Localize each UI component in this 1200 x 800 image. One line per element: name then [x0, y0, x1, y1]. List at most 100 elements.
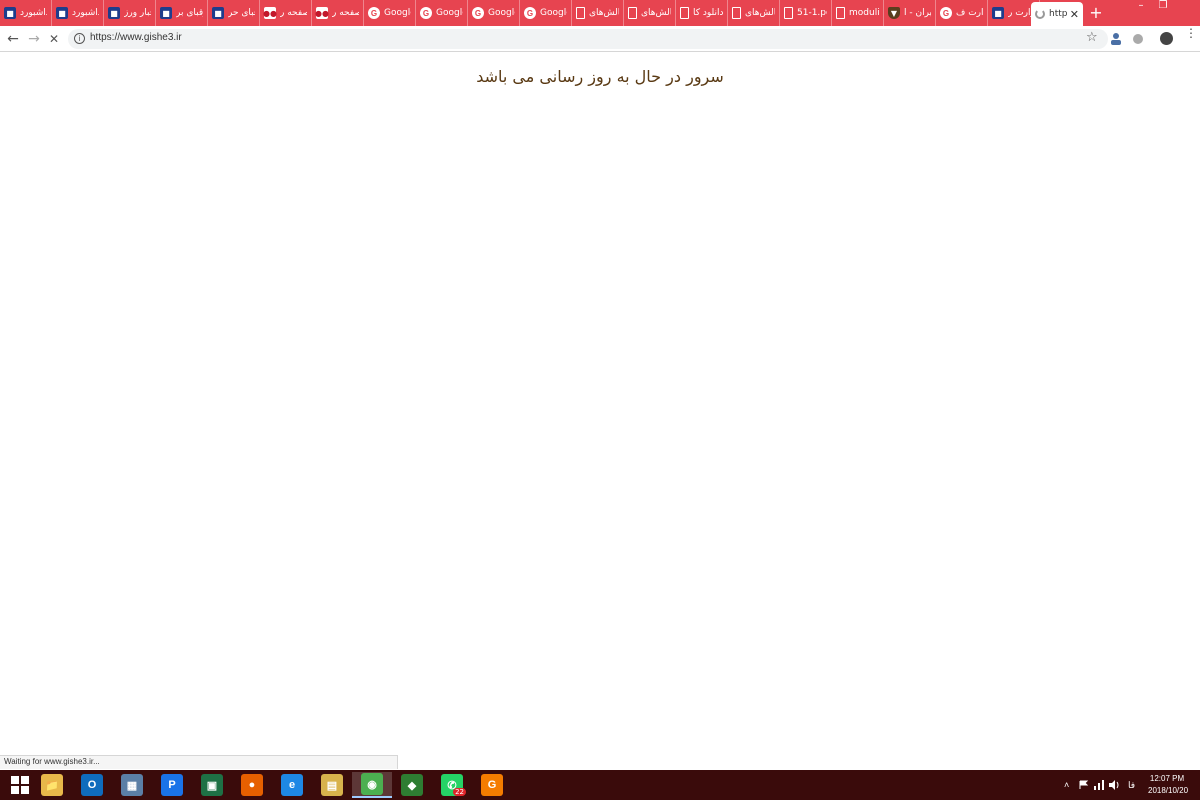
close-tab-icon[interactable]: ✕: [1070, 8, 1079, 21]
address-bar[interactable]: i https://www.gishe3.ir ☆: [68, 29, 1108, 49]
tab-title: داشبورد: [20, 8, 47, 18]
tab-0[interactable]: ■ داشبورد: [0, 0, 52, 26]
taskbar-globe-app[interactable]: ◆: [392, 772, 432, 798]
google-icon: G: [472, 7, 484, 19]
red-logo-icon: ●●: [263, 7, 277, 19]
file-explorer-icon: 📁: [41, 774, 63, 796]
tab-title: داشبورد: [72, 8, 99, 18]
tab-title: Google: [488, 8, 515, 18]
back-button[interactable]: ←: [4, 30, 22, 48]
tab-title: moduli: [849, 8, 879, 18]
site-square-icon: ■: [160, 7, 172, 19]
tab-title: اخبار ورز: [124, 8, 151, 18]
menu-dots-icon[interactable]: ⋮: [1185, 27, 1197, 47]
active-tab-title: http: [1049, 9, 1068, 19]
tab-11[interactable]: چالش‌های: [572, 0, 624, 26]
site-square-icon: ■: [108, 7, 120, 19]
tray-chevron-icon[interactable]: ˄: [1064, 770, 1069, 800]
tab-title: صفحه ر: [332, 8, 359, 18]
tab-14[interactable]: چالش‌های: [728, 0, 780, 26]
google-icon: G: [368, 7, 380, 19]
input-language-indicator[interactable]: فا: [1128, 770, 1135, 800]
tab-16[interactable]: moduli: [832, 0, 884, 26]
tab-15[interactable]: 51-1.pc: [780, 0, 832, 26]
volume-icon[interactable]: [1108, 779, 1120, 791]
tab-title: Google: [540, 8, 567, 18]
extension-circle-icon[interactable]: [1133, 34, 1143, 44]
taskbar-outlook[interactable]: O: [72, 772, 112, 798]
taskbar-calculator[interactable]: ▦: [112, 772, 152, 798]
extension-person-icon[interactable]: [1110, 32, 1122, 46]
clock-date: 2018/10/20: [1148, 786, 1189, 795]
taskbar-chrome[interactable]: ◉: [352, 772, 392, 798]
clock-time: 12:07 PM: [1149, 774, 1185, 783]
page-content: سرور در حال به روز رسانی می باشد: [0, 53, 1200, 755]
tab-title: صفحه ر: [280, 8, 307, 18]
document-icon: [836, 7, 845, 19]
google-icon: G: [524, 7, 536, 19]
tab-10[interactable]: G Google: [520, 0, 572, 26]
tab-9[interactable]: G Google: [468, 0, 520, 26]
taskbar-file-explorer[interactable]: 📁: [32, 772, 72, 798]
document-icon: [680, 7, 689, 19]
site-square-icon: ■: [992, 7, 1004, 19]
tab-1[interactable]: ■ داشبورد: [52, 0, 104, 26]
tab-strip: ■ داشبورد ■ داشبورد ■ اخبار ورز ■ رقبای بر ■ رقبا…: [0, 0, 1200, 26]
taskbar-firefox[interactable]: ●: [232, 772, 272, 798]
maintenance-message: سرور در حال به روز رسانی می باشد: [476, 67, 724, 86]
new-tab-button[interactable]: +: [1086, 2, 1106, 24]
tab-3[interactable]: ■ رقبای بر: [156, 0, 208, 26]
tab-17[interactable]: ▼ ایران - آ: [884, 0, 936, 26]
network-icon[interactable]: [1093, 779, 1105, 791]
taskbar: 📁 O ▦ P ▣ ● e ▤ ◉ ◆ ✆ 22 G ˄ فا 12:07 PM 2018/10/20: [0, 770, 1200, 800]
tab-18[interactable]: G وزارت ف: [936, 0, 988, 26]
tab-title: وزارت ف: [956, 8, 983, 18]
tab-6[interactable]: ●●صفحه ر: [312, 0, 364, 26]
tab-title: 51-1.pc: [797, 8, 827, 18]
firefox-icon: ●: [241, 774, 263, 796]
taskbar-excel-like[interactable]: ▣: [192, 772, 232, 798]
document-icon: [576, 7, 585, 19]
bookmark-star-icon[interactable]: ☆: [1086, 30, 1098, 45]
status-bubble: Waiting for www.gishe3.ir...: [0, 755, 398, 769]
tab-2[interactable]: ■ اخبار ورز: [104, 0, 156, 26]
tab-title: دانلود کا: [693, 8, 723, 18]
tab-12[interactable]: چالش‌های: [624, 0, 676, 26]
shield-icon: ▼: [888, 7, 900, 19]
document-icon: [732, 7, 741, 19]
tab-4[interactable]: ■ رقبای حر: [208, 0, 260, 26]
orange-app-icon: G: [481, 774, 503, 796]
tab-title: رقبای بر: [176, 8, 203, 18]
windows-logo-icon: [11, 776, 29, 794]
taskbar-orange-app[interactable]: G: [472, 772, 512, 798]
browser-toolbar: ← → ✕ i https://www.gishe3.ir ☆ ⋮: [0, 26, 1200, 52]
tab-title: Google: [384, 8, 411, 18]
browser-window: ■ داشبورد ■ داشبورد ■ اخبار ورز ■ رقبای بر ■ رقبا…: [0, 0, 1200, 800]
url-text[interactable]: https://www.gishe3.ir: [90, 32, 182, 43]
excel-like-icon: ▣: [201, 774, 223, 796]
forward-button[interactable]: →: [25, 30, 43, 48]
tab-title: رقبای حر: [228, 8, 255, 18]
flag-icon[interactable]: [1079, 780, 1089, 790]
account-avatar-icon[interactable]: [1160, 32, 1173, 45]
red-logo-icon: ●●: [315, 7, 329, 19]
chrome-icon: ◉: [361, 773, 383, 795]
active-tab[interactable]: http ✕: [1031, 2, 1083, 26]
site-square-icon: ■: [56, 7, 68, 19]
taskbar-whatsapp[interactable]: ✆ 22: [432, 772, 472, 798]
stop-button[interactable]: ✕: [45, 30, 63, 48]
taskbar-pinterest-like[interactable]: P: [152, 772, 192, 798]
taskbar-internet-explorer[interactable]: e: [272, 772, 312, 798]
globe-app-icon: ◆: [401, 774, 423, 796]
site-info-icon[interactable]: i: [74, 33, 85, 44]
clock[interactable]: 12:07 PM 2018/10/20: [1148, 773, 1189, 797]
tab-title: چالش‌های: [641, 8, 671, 18]
taskbar-folder[interactable]: ▤: [312, 772, 352, 798]
tab-7[interactable]: G Google: [364, 0, 416, 26]
tab-13[interactable]: دانلود کا: [676, 0, 728, 26]
document-icon: [628, 7, 637, 19]
tab-5[interactable]: ●●صفحه ر: [260, 0, 312, 26]
tab-8[interactable]: G Google: [416, 0, 468, 26]
internet-explorer-icon: e: [281, 774, 303, 796]
maximize-button[interactable]: ❐: [1150, 0, 1176, 14]
